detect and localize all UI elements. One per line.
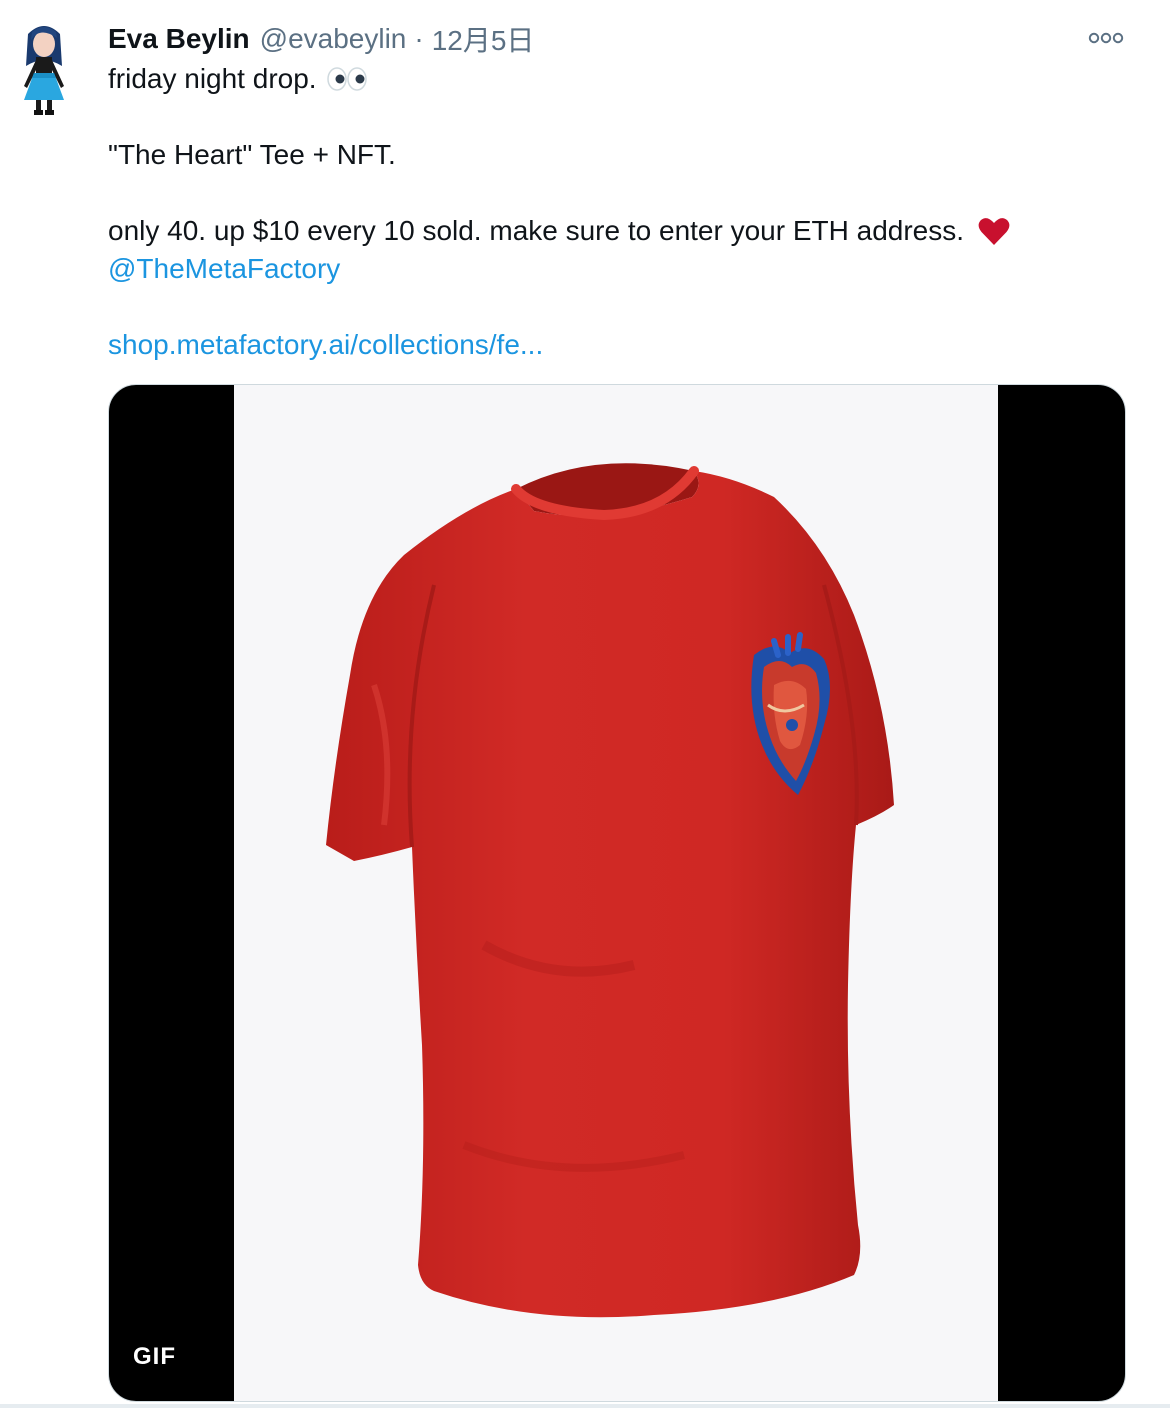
eyes-icon (326, 64, 367, 102)
author-name[interactable]: Eva Beylin (108, 23, 250, 55)
tweet-line-2: "The Heart" Tee + NFT. (108, 139, 396, 170)
mention-link[interactable]: @TheMetaFactory (108, 250, 340, 288)
media-image (234, 385, 998, 1401)
tweet-line-3-text: only 40. up $10 every 10 sold. make sure… (108, 215, 965, 246)
shop-link[interactable]: shop.metafactory.ai/collections/fe... (108, 326, 543, 364)
more-options-button[interactable] (1084, 26, 1128, 50)
red-heart-icon (978, 216, 1010, 256)
tweet-line-1: friday night drop. (108, 60, 367, 102)
header-separator: · (414, 23, 424, 54)
bottom-divider (0, 1404, 1170, 1408)
gif-badge: GIF (133, 1343, 176, 1370)
author-avatar[interactable] (0, 20, 88, 118)
author-handle[interactable]: @evabeylin (260, 23, 407, 55)
more-options-icon (1088, 32, 1124, 44)
tshirt-illustration (326, 463, 894, 1318)
tweet-date[interactable]: 12月5日 (432, 19, 535, 59)
avatar-illustration (24, 26, 64, 115)
media-card[interactable]: GIF (108, 384, 1126, 1402)
tweet-header: Eva Beylin @evabeylin · 12月5日 (108, 20, 534, 58)
tweet-line-1-text: friday night drop. (108, 63, 317, 94)
